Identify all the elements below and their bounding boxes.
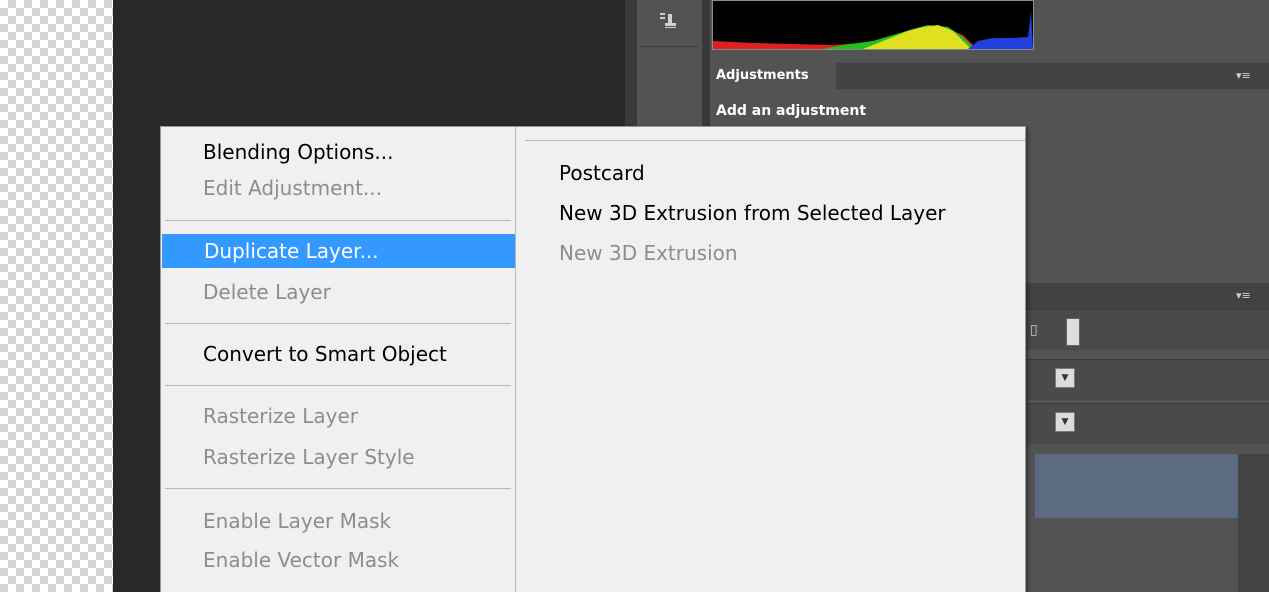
histogram-panel bbox=[712, 0, 1034, 50]
menu-item-blending-options[interactable]: Blending Options... bbox=[161, 135, 515, 169]
selected-layer-row[interactable] bbox=[1035, 454, 1238, 518]
panel-menu-icon[interactable]: ▾≡ bbox=[1236, 289, 1251, 302]
transparent-canvas-area bbox=[0, 0, 113, 592]
menu-item-enable-vector-mask[interactable]: Enable Vector Mask bbox=[161, 543, 515, 577]
menu-column-divider bbox=[515, 127, 516, 592]
menu-item-edit-adjustment[interactable]: Edit Adjustment... bbox=[161, 171, 515, 205]
context-menu-left-column: Blending Options... Edit Adjustment... D… bbox=[161, 127, 515, 592]
menu-item-enable-layer-mask[interactable]: Enable Layer Mask bbox=[161, 504, 515, 538]
menu-item-new-3d-extrusion[interactable]: New 3D Extrusion bbox=[559, 236, 738, 270]
menu-separator bbox=[165, 323, 511, 324]
menu-item-rasterize-layer-style[interactable]: Rasterize Layer Style bbox=[161, 440, 515, 474]
menu-item-duplicate-layer[interactable]: Duplicate Layer... bbox=[162, 234, 515, 268]
menu-separator bbox=[525, 140, 1025, 141]
menu-item-convert-smart-object[interactable]: Convert to Smart Object bbox=[161, 337, 515, 371]
menu-item-delete-layer[interactable]: Delete Layer bbox=[161, 275, 515, 309]
lock-icon[interactable] bbox=[1066, 318, 1080, 346]
menu-item-new-3d-extrusion-selected[interactable]: New 3D Extrusion from Selected Layer bbox=[559, 196, 946, 230]
menu-item-postcard[interactable]: Postcard bbox=[559, 156, 645, 190]
menu-separator bbox=[165, 488, 511, 489]
dock-separator bbox=[640, 46, 698, 47]
layer-context-menu: Blending Options... Edit Adjustment... D… bbox=[160, 126, 1026, 592]
menu-separator bbox=[165, 385, 511, 386]
layers-scrollbar[interactable] bbox=[1238, 454, 1269, 592]
panel-menu-icon[interactable]: ▾≡ bbox=[1236, 69, 1251, 82]
menu-separator bbox=[165, 220, 511, 221]
menu-item-rasterize-layer[interactable]: Rasterize Layer bbox=[161, 399, 515, 433]
page-icon[interactable]: ▯ bbox=[1030, 322, 1038, 338]
dropdown-arrow-icon[interactable]: ▼ bbox=[1055, 368, 1075, 388]
dropdown-arrow-icon[interactable]: ▼ bbox=[1055, 412, 1075, 432]
tab-adjustments[interactable]: Adjustments bbox=[710, 63, 836, 89]
histogram-graph bbox=[713, 11, 1033, 49]
adjustments-title: Add an adjustment bbox=[716, 103, 867, 119]
stamp-icon[interactable] bbox=[650, 8, 686, 44]
